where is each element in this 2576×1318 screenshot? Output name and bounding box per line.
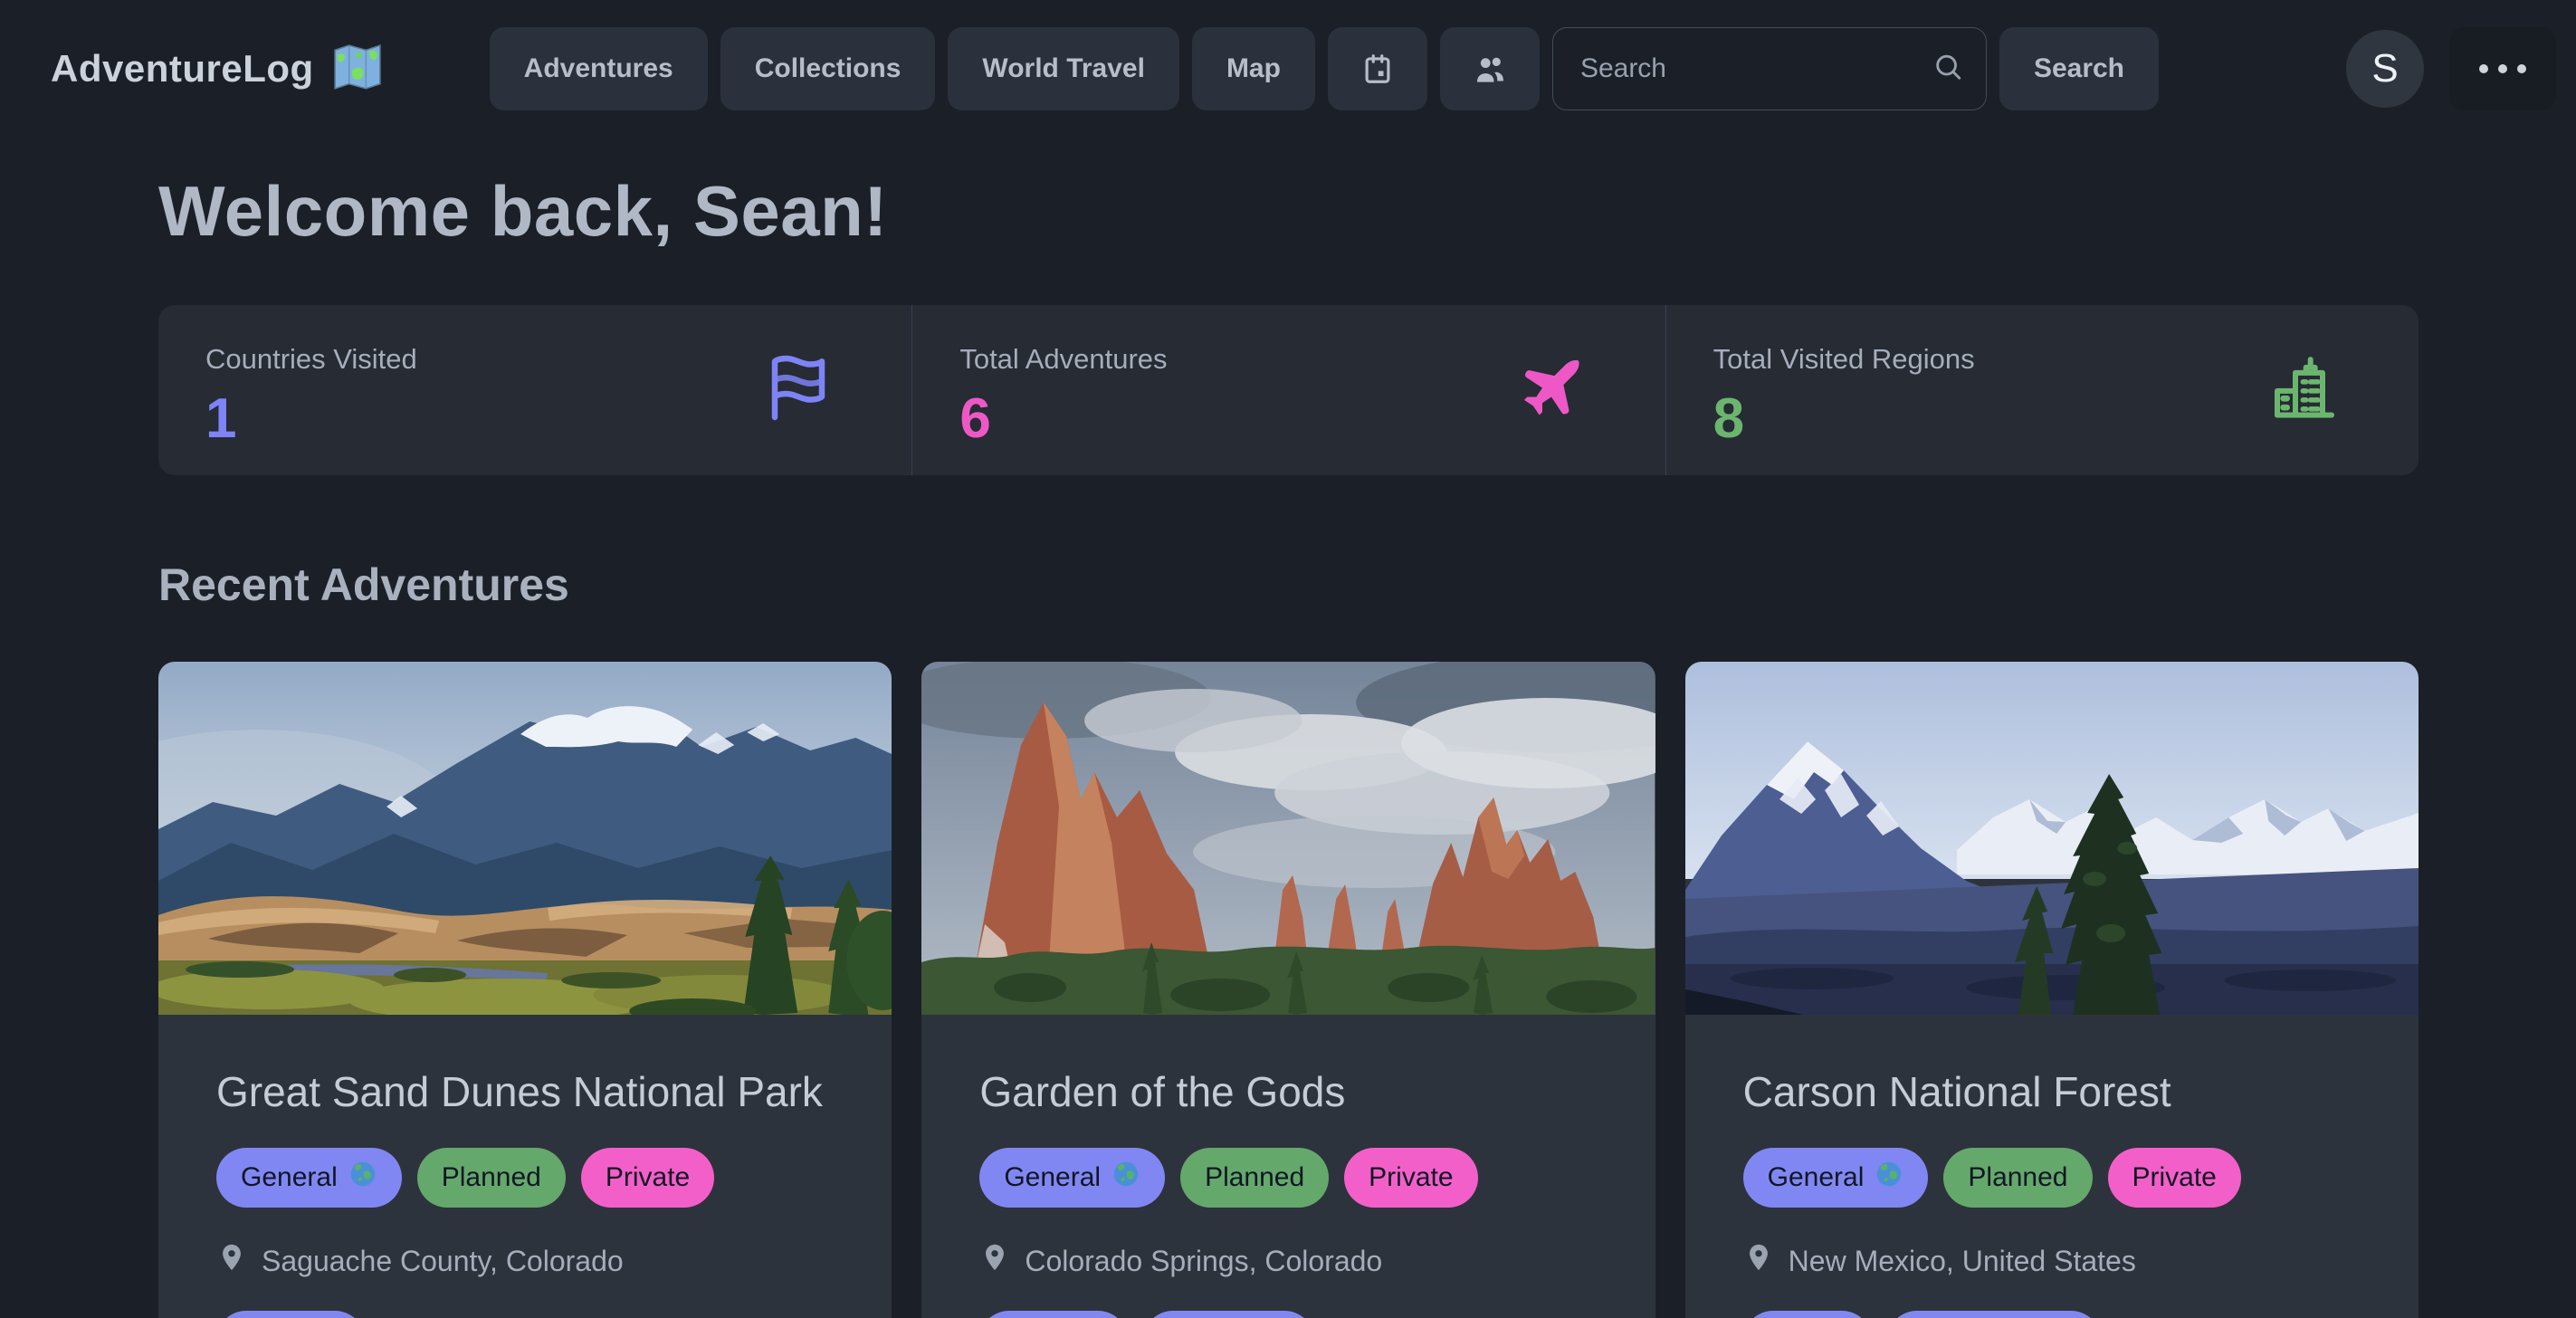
- badge-planned: Planned: [1180, 1148, 1329, 1208]
- globe-icon: [1111, 1160, 1140, 1196]
- activity-tag: exploring: [1143, 1311, 1314, 1318]
- tag-row: hiking backpacking: [1743, 1311, 2361, 1318]
- users-button[interactable]: [1440, 27, 1540, 110]
- avatar-initial: S: [2371, 46, 2398, 91]
- badge-general: General: [216, 1148, 402, 1208]
- badge-private: Private: [1344, 1148, 1477, 1208]
- badge-private: Private: [581, 1148, 714, 1208]
- adventure-title[interactable]: Great Sand Dunes National Park: [216, 1064, 834, 1121]
- flag-icon: [763, 353, 834, 428]
- plane-icon: [1515, 352, 1588, 429]
- location-text: Colorado Springs, Colorado: [1025, 1245, 1382, 1278]
- stat-total-visited-regions: Total Visited Regions 8: [1665, 305, 2419, 475]
- map-pin-icon: [216, 1238, 247, 1284]
- navbar: AdventureLog Adventures Collections Worl…: [0, 0, 2576, 138]
- avatar[interactable]: S: [2346, 30, 2424, 108]
- adventure-title[interactable]: Garden of the Gods: [979, 1064, 1597, 1121]
- badge-general: General: [979, 1148, 1165, 1208]
- adventure-card-great-sand-dunes: Great Sand Dunes National Park General P…: [158, 662, 892, 1318]
- nav-collections-button[interactable]: Collections: [720, 27, 936, 110]
- activity-tag: backpacking: [1887, 1311, 2101, 1318]
- recent-adventures-heading: Recent Adventures: [158, 559, 2419, 611]
- adventure-card-body: Garden of the Gods General Planned Priva…: [921, 1015, 1655, 1318]
- location-row: Colorado Springs, Colorado: [979, 1238, 1597, 1284]
- badge-row: General Planned Private: [216, 1148, 834, 1208]
- app-logo[interactable]: AdventureLog: [51, 42, 383, 97]
- nav-world-travel-button[interactable]: World Travel: [948, 27, 1179, 110]
- nav-adventures-button[interactable]: Adventures: [490, 27, 708, 110]
- activity-tag: walking: [979, 1311, 1128, 1318]
- adventure-image[interactable]: [158, 662, 892, 1015]
- adventure-card-body: Carson National Forest General Planned P…: [1685, 1015, 2419, 1318]
- tag-row: walking: [216, 1311, 834, 1318]
- location-text: Saguache County, Colorado: [262, 1245, 624, 1278]
- map-emoji-icon: [332, 42, 383, 97]
- badge-row: General Planned Private: [1743, 1148, 2361, 1208]
- badge-general: General: [1743, 1148, 1929, 1208]
- search-button[interactable]: Search: [1999, 27, 2159, 110]
- adventure-card-carson-national-forest: Carson National Forest General Planned P…: [1685, 662, 2419, 1318]
- location-row: New Mexico, United States: [1743, 1238, 2361, 1284]
- map-pin-icon: [1743, 1238, 1774, 1284]
- stat-countries-visited: Countries Visited 1: [158, 305, 911, 475]
- badge-private: Private: [2108, 1148, 2241, 1208]
- more-menu-button[interactable]: [2449, 27, 2556, 110]
- badge-row: General Planned Private: [979, 1148, 1597, 1208]
- location-row: Saguache County, Colorado: [216, 1238, 834, 1284]
- adventure-image[interactable]: [1685, 662, 2419, 1015]
- search-input[interactable]: [1552, 27, 1987, 110]
- tag-row: walking exploring: [979, 1311, 1597, 1318]
- stats-panel: Countries Visited 1 Total Adventures 6 T…: [158, 305, 2419, 475]
- main-content: Welcome back, Sean! Countries Visited 1 …: [0, 170, 2576, 1318]
- stat-total-adventures: Total Adventures 6: [911, 305, 1665, 475]
- search-field-wrap: [1552, 27, 1987, 110]
- recent-adventures-grid: Great Sand Dunes National Park General P…: [158, 662, 2419, 1318]
- ellipsis-icon: [2479, 64, 2526, 73]
- adventure-title[interactable]: Carson National Forest: [1743, 1064, 2361, 1121]
- adventure-card-body: Great Sand Dunes National Park General P…: [158, 1015, 892, 1318]
- users-icon: [1473, 52, 1507, 86]
- globe-icon: [348, 1160, 377, 1196]
- globe-icon: [1875, 1160, 1903, 1196]
- adventure-image[interactable]: [921, 662, 1655, 1015]
- calendar-icon: [1360, 52, 1395, 86]
- badge-planned: Planned: [417, 1148, 566, 1208]
- adventure-card-garden-of-the-gods: Garden of the Gods General Planned Priva…: [921, 662, 1655, 1318]
- location-text: New Mexico, United States: [1789, 1245, 2136, 1278]
- activity-tag: hiking: [1743, 1311, 1872, 1318]
- map-pin-icon: [979, 1238, 1010, 1284]
- navbar-right: S: [2346, 27, 2556, 110]
- activity-tag: walking: [216, 1311, 365, 1318]
- welcome-heading: Welcome back, Sean!: [158, 170, 2419, 253]
- city-icon: [2268, 352, 2341, 429]
- nav-map-button[interactable]: Map: [1192, 27, 1315, 110]
- app-title: AdventureLog: [51, 47, 314, 91]
- badge-planned: Planned: [1943, 1148, 2092, 1208]
- nav-menu: Adventures Collections World Travel Map: [490, 27, 2159, 110]
- calendar-button[interactable]: [1328, 27, 1427, 110]
